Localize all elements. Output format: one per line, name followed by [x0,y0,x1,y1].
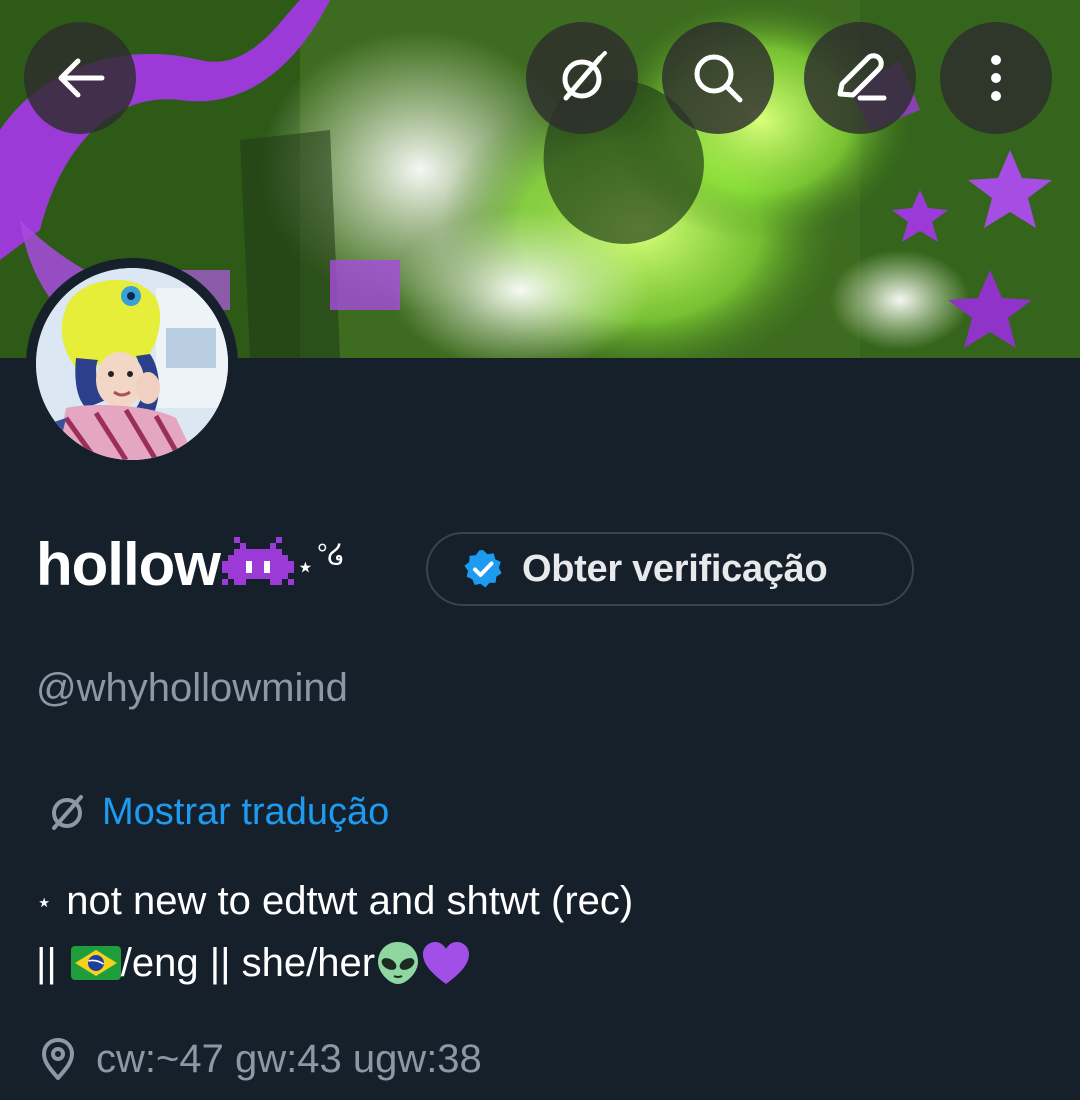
bio-line-2-mid: /eng || she/her [120,941,376,985]
translate-icon [562,51,607,101]
profile-bio: ⋆ not new to edtwt and shtwt (rec) || /e… [36,870,1036,994]
bio-line-1: ⋆ not new to edtwt and shtwt (rec) [36,870,1036,932]
alien-emoji-icon [378,942,419,984]
get-verification-label: Obter verificação [522,547,828,590]
display-name-decoration: ⋆ °໒ [221,537,345,591]
show-translation-label: Mostrar tradução [102,790,390,833]
profile-screen: hollow ⋆ °໒ Obter verificação @whyhollow… [0,0,1080,1100]
alien-monster-emoji-icon [221,537,294,585]
arrow-left-icon [58,58,105,98]
purple-heart-icon [423,942,470,984]
translate-button[interactable] [526,22,638,134]
brazil-flag-icon [70,946,121,980]
show-translation-link[interactable]: Mostrar tradução [44,786,389,838]
bio-line-2: || /eng || she/her [36,932,1036,994]
search-button[interactable] [662,22,774,134]
bio-line-1-text: not new to edtwt and shtwt (rec) [66,879,634,923]
bio-star: ⋆ [36,887,53,917]
bio-line-2-start: || [36,941,57,985]
search-icon [694,54,743,103]
translate-icon [52,795,83,830]
edit-pencil-icon [837,53,887,101]
location-text: cw:~47 gw:43 ugw:38 [96,1036,482,1081]
edit-button[interactable] [804,22,916,134]
profile-location: cw:~47 gw:43 ugw:38 [38,1030,482,1088]
avatar[interactable] [36,268,228,460]
display-name: hollow ⋆ °໒ [36,524,345,604]
more-vertical-icon [991,55,1001,101]
display-name-text: hollow [36,530,221,598]
get-verification-button[interactable]: Obter verificação [426,532,914,606]
username-handle: @whyhollowmind [36,666,348,710]
name-star-deco: ⋆ [295,550,315,584]
back-button[interactable] [24,22,136,134]
verified-badge-icon [464,550,502,588]
more-options-button[interactable] [940,22,1052,134]
avatar-image [36,268,228,460]
location-pin-icon [42,1038,74,1080]
name-swirl-deco: °໒ [316,537,345,569]
